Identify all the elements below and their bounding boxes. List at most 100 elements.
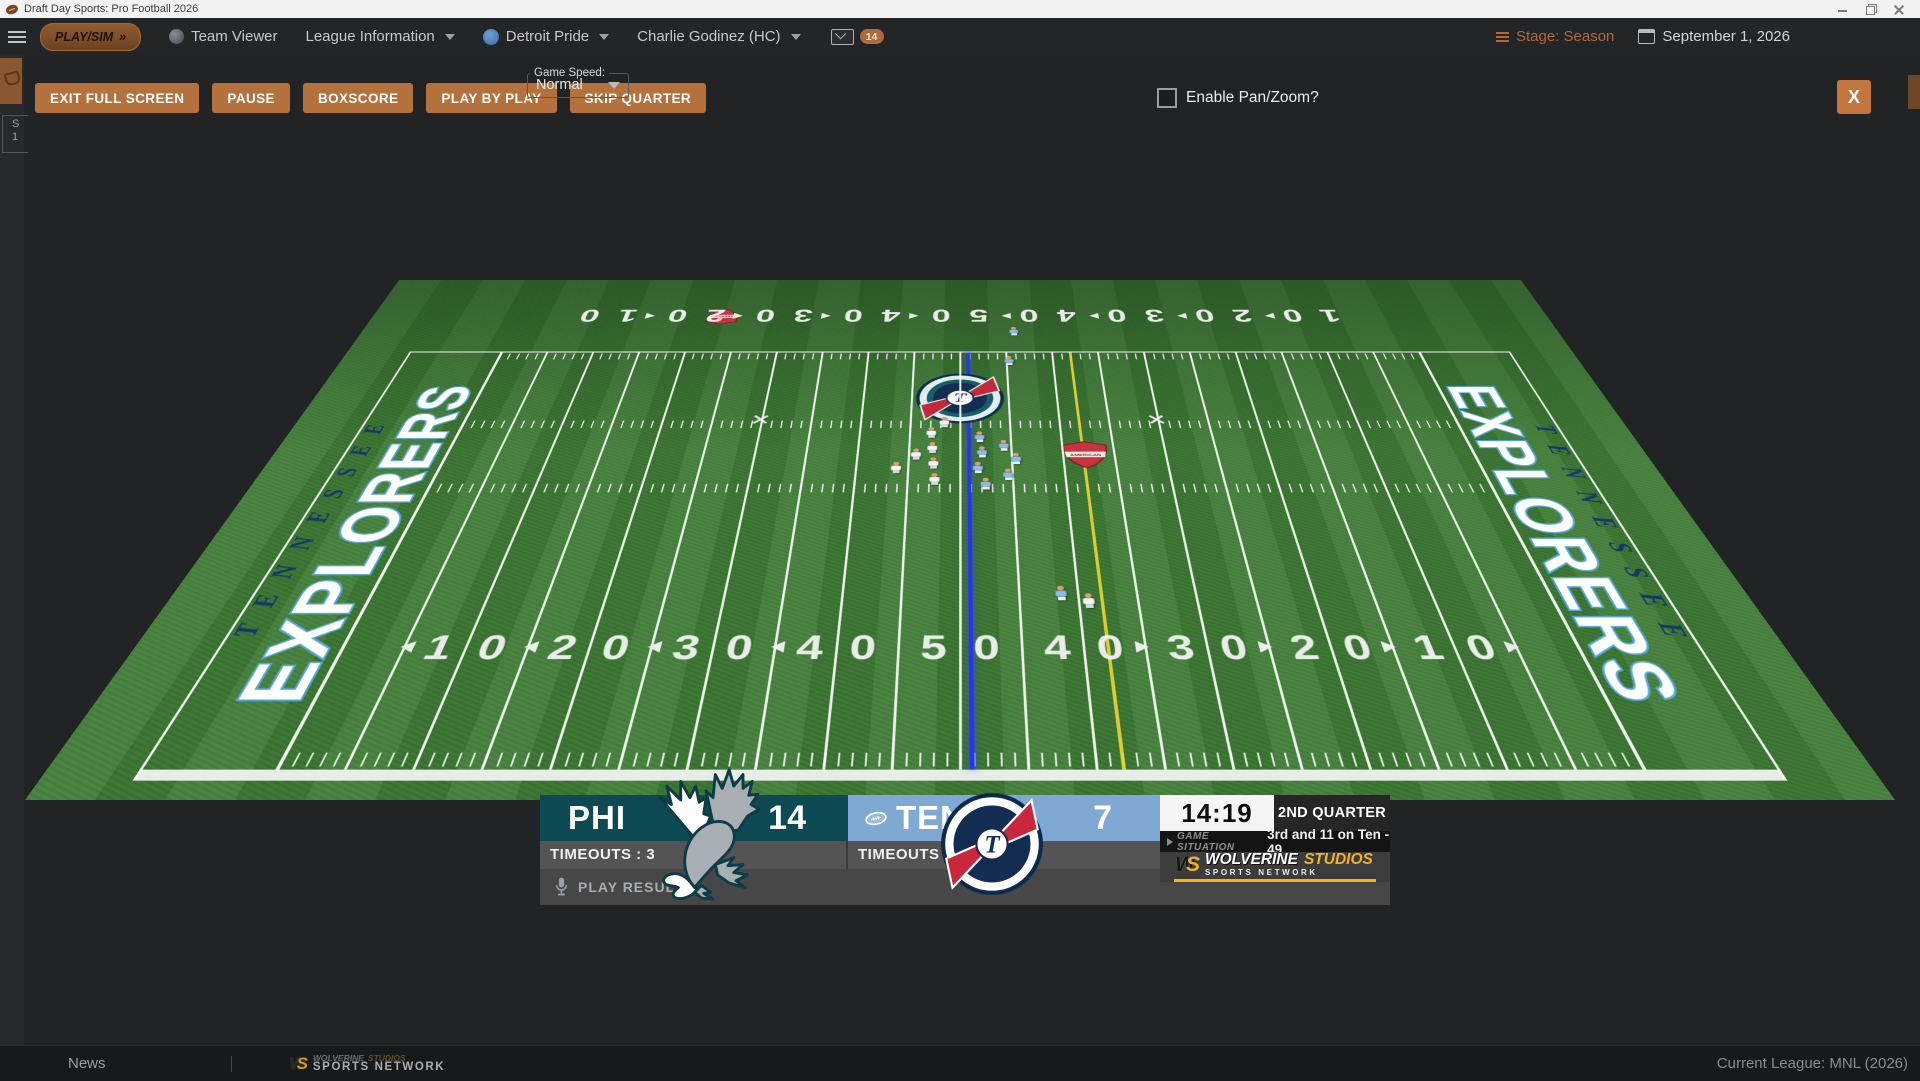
player-sprite xyxy=(1011,453,1022,464)
wolverine-studios-mark-icon: WS xyxy=(1175,854,1200,875)
field-3d-view: TENNESSEE EXPLORERS TENNESSEE EXPLORERS … xyxy=(25,55,1895,800)
chevron-down-icon xyxy=(445,34,455,40)
envelope-icon xyxy=(831,29,854,45)
player-sprite xyxy=(928,457,939,468)
home-team-score: 7 xyxy=(1093,799,1112,838)
nav-league-information[interactable]: League Information xyxy=(306,28,455,45)
home-team-logo: T xyxy=(940,792,1044,896)
pause-button[interactable]: PAUSE xyxy=(212,83,290,113)
near-sideline xyxy=(133,770,1788,781)
yard-number: 30 xyxy=(1090,307,1182,324)
yard-number: 20 xyxy=(521,630,656,664)
game-situation-bar: GAME SITUATION 3rd and 11 on Ten - 49 xyxy=(1160,831,1390,852)
menu-icon[interactable] xyxy=(8,28,26,46)
network-logo-bar: WS WOLVERINE STUDIOS SPORTS NETWORK xyxy=(1160,852,1390,882)
yard-number: 20 xyxy=(1264,630,1399,664)
yard-line xyxy=(548,353,685,770)
yard-number: 30 xyxy=(646,630,777,664)
yard-line xyxy=(617,353,732,770)
yard-line xyxy=(822,353,869,770)
minimize-icon[interactable] xyxy=(1836,3,1850,15)
yard-number: 30 xyxy=(738,307,830,324)
nav-coach-menu[interactable]: Charlie Godinez (HC) xyxy=(637,28,800,45)
play-sim-button[interactable]: PLAY/SIM » xyxy=(40,23,141,51)
player-sprite xyxy=(890,462,901,473)
window-titlebar: Draft Day Sports: Pro Football 2026 xyxy=(0,0,1920,18)
yard-line xyxy=(1189,353,1304,770)
yard-number: 40 xyxy=(772,630,899,664)
yard-line xyxy=(959,353,962,770)
clipped-side-panel: S 1 xyxy=(2,115,28,153)
divider xyxy=(231,1056,232,1072)
double-chevron-icon: » xyxy=(119,30,126,44)
enable-pan-zoom-control[interactable]: Enable Pan/Zoom? xyxy=(1157,88,1319,108)
yard-number: 10 xyxy=(395,630,533,664)
player-sprite xyxy=(1002,469,1013,481)
yard-number: 40 xyxy=(827,307,917,324)
play-result-bar: PLAY RESULT xyxy=(540,869,1160,905)
football-app-icon xyxy=(5,3,19,15)
player-sprite xyxy=(1009,327,1018,335)
yard-line xyxy=(1051,353,1098,770)
dropdown-caret-icon xyxy=(608,82,620,89)
whistle-icon xyxy=(0,58,22,104)
close-window-icon[interactable] xyxy=(1892,3,1906,15)
calendar-icon xyxy=(1638,29,1655,44)
yard-number: 50 xyxy=(916,307,1005,324)
game-speed-value: Normal xyxy=(536,77,583,93)
player-sprite xyxy=(926,427,936,438)
player-sprite xyxy=(1082,593,1096,608)
yard-number: 10 xyxy=(1386,630,1524,664)
player-sprite xyxy=(911,449,922,460)
team-logo-icon xyxy=(483,29,499,45)
away-team-abbr: PHI xyxy=(568,799,626,837)
left-endzone-text: TENNESSEE EXPLORERS xyxy=(104,345,522,787)
wolverine-studios-mark-icon: WS xyxy=(290,1055,308,1072)
player-sprite xyxy=(927,442,938,453)
mail-button[interactable]: 14 xyxy=(831,29,884,45)
player-sprite xyxy=(980,478,991,490)
possession-football-icon xyxy=(864,811,888,826)
top-navbar: PLAY/SIM » Team Viewer League Informatio… xyxy=(0,18,1920,55)
yard-number: 10 xyxy=(561,307,656,324)
close-overlay-button[interactable]: X xyxy=(1837,80,1871,114)
current-league-label: Current League: MNL (2026) xyxy=(1717,1055,1908,1072)
status-bar: News WS WOLVERINE STUDIOS SPORTS NETWORK… xyxy=(0,1045,1920,1081)
boxscore-button[interactable]: BOXSCORE xyxy=(303,83,413,113)
player-sprite xyxy=(1004,356,1014,365)
scoreboard-filler xyxy=(1160,882,1390,905)
yard-number: 50 xyxy=(897,630,1022,664)
player-sprite xyxy=(974,431,984,442)
stage-indicator[interactable]: Stage: Season xyxy=(1496,28,1614,45)
scoreboard: PHI 14 TEN 7 TIMEOUTS : 3 TIMEOUTS : 3 xyxy=(540,795,1390,905)
svg-text:AMERICAN: AMERICAN xyxy=(1070,453,1102,457)
date-indicator[interactable]: September 1, 2026 xyxy=(1638,28,1790,45)
field-plan: TENNESSEE EXPLORERS TENNESSEE EXPLORERS … xyxy=(25,280,1895,800)
pan-zoom-checkbox[interactable] xyxy=(1157,88,1177,108)
player-sprite xyxy=(973,462,984,473)
away-team-eagle-logo xyxy=(638,763,788,913)
background-panel-sliver: S 1 xyxy=(0,55,24,1045)
restore-icon[interactable] xyxy=(1864,3,1878,15)
mail-count-badge: 14 xyxy=(860,29,884,44)
chevron-down-icon xyxy=(599,34,609,40)
network-logo-small: WS WOLVERINE STUDIOS SPORTS NETWORK xyxy=(290,1054,446,1074)
yard-number: 40 xyxy=(1003,307,1093,324)
yard-line xyxy=(890,353,915,770)
stage-list-icon xyxy=(1496,30,1509,44)
game-viewer-overlay: S 1 EXIT FULL SCREEN PAUSE BOXSCORE PLAY… xyxy=(0,55,1920,1045)
pan-zoom-label: Enable Pan/Zoom? xyxy=(1186,89,1319,107)
nav-team-viewer[interactable]: Team Viewer xyxy=(169,28,277,45)
exit-full-screen-button[interactable]: EXIT FULL SCREEN xyxy=(35,83,199,113)
svg-text:T: T xyxy=(984,831,1001,858)
news-link[interactable]: News xyxy=(68,1055,106,1072)
player-sprite xyxy=(1054,586,1067,600)
game-speed-dropdown[interactable]: Game Speed: Normal xyxy=(527,67,629,98)
triangle-icon xyxy=(1167,838,1173,846)
background-panel-sliver-right xyxy=(1908,75,1920,109)
conference-shield-logo: AMERICAN xyxy=(1059,441,1113,469)
yard-number: 40 xyxy=(1021,630,1148,664)
yard-number: 20 xyxy=(649,307,742,324)
yard-number: 30 xyxy=(1143,630,1274,664)
nav-team-menu[interactable]: Detroit Pride xyxy=(483,28,609,45)
